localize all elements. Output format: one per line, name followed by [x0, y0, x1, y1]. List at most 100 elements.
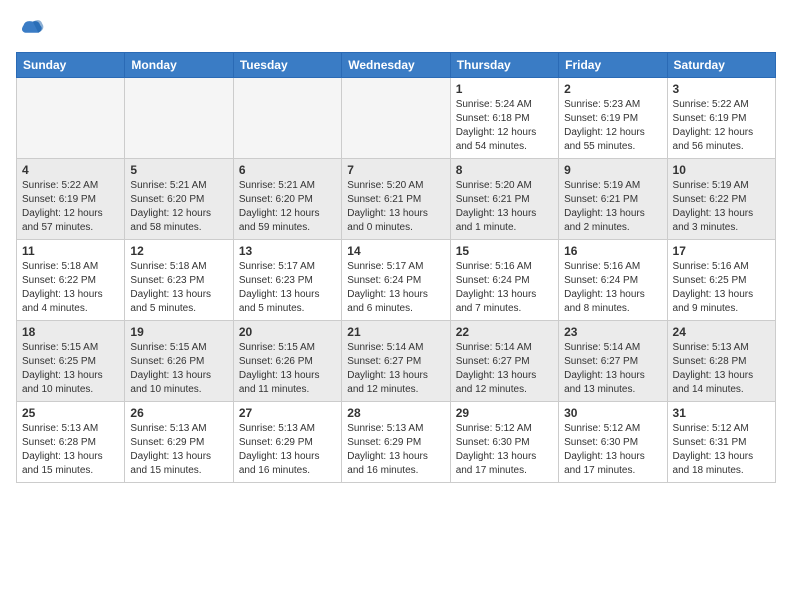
- calendar-cell: 6 Sunrise: 5:21 AMSunset: 6:20 PMDaylight…: [233, 159, 341, 240]
- day-number: 28: [347, 406, 444, 420]
- day-number: 26: [130, 406, 227, 420]
- logo: [16, 16, 48, 44]
- logo-icon: [16, 16, 44, 44]
- day-number: 1: [456, 82, 553, 96]
- day-number: 27: [239, 406, 336, 420]
- day-number: 13: [239, 244, 336, 258]
- calendar-cell: 20Sunrise: 5:15 AMSunset: 6:26 PMDayligh…: [233, 321, 341, 402]
- day-number: 24: [673, 325, 770, 339]
- calendar-cell: 9 Sunrise: 5:19 AMSunset: 6:21 PMDaylight…: [559, 159, 667, 240]
- cell-text: Sunrise: 5:17 AMSunset: 6:24 PMDaylight:…: [347, 260, 444, 316]
- calendar-cell: 8 Sunrise: 5:20 AMSunset: 6:21 PMDaylight…: [450, 159, 558, 240]
- day-number: 4: [22, 163, 119, 177]
- week-row-3: 11 Sunrise: 5:18 AMSunset: 6:22 PMDayligh…: [17, 240, 776, 321]
- calendar-cell: 22Sunrise: 5:14 AMSunset: 6:27 PMDayligh…: [450, 321, 558, 402]
- calendar-cell: 7 Sunrise: 5:20 AMSunset: 6:21 PMDaylight…: [342, 159, 450, 240]
- cell-text: Sunrise: 5:19 AMSunset: 6:22 PMDaylight:…: [673, 179, 770, 235]
- day-header-monday: Monday: [125, 53, 233, 78]
- week-row-1: 1 Sunrise: 5:24 AMSunset: 6:18 PMDaylight…: [17, 78, 776, 159]
- calendar-cell: 24Sunrise: 5:13 AMSunset: 6:28 PMDayligh…: [667, 321, 775, 402]
- calendar-cell: 3Sunrise: 5:22 AMSunset: 6:19 PMDaylight…: [667, 78, 775, 159]
- calendar-cell: 27 Sunrise: 5:13 AMSunset: 6:29 PMDayligh…: [233, 402, 341, 483]
- day-number: 23: [564, 325, 661, 339]
- cell-text: Sunrise: 5:15 AMSunset: 6:26 PMDaylight:…: [239, 341, 336, 397]
- week-row-2: 4Sunrise: 5:22 AMSunset: 6:19 PMDaylight…: [17, 159, 776, 240]
- day-number: 15: [456, 244, 553, 258]
- day-number: 19: [130, 325, 227, 339]
- cell-text: Sunrise: 5:20 AMSunset: 6:21 PMDaylight:…: [347, 179, 444, 235]
- day-header-wednesday: Wednesday: [342, 53, 450, 78]
- header-row: SundayMondayTuesdayWednesdayThursdayFrid…: [17, 53, 776, 78]
- day-header-thursday: Thursday: [450, 53, 558, 78]
- calendar-cell: 16 Sunrise: 5:16 AMSunset: 6:24 PMDayligh…: [559, 240, 667, 321]
- calendar-cell: 19 Sunrise: 5:15 AMSunset: 6:26 PMDayligh…: [125, 321, 233, 402]
- cell-text: Sunrise: 5:12 AMSunset: 6:30 PMDaylight:…: [564, 422, 661, 478]
- cell-text: Sunrise: 5:16 AMSunset: 6:24 PMDaylight:…: [456, 260, 553, 316]
- day-number: 25: [22, 406, 119, 420]
- day-number: 6: [239, 163, 336, 177]
- cell-text: Sunrise: 5:15 AMSunset: 6:25 PMDaylight:…: [22, 341, 119, 397]
- cell-text: Sunrise: 5:21 AMSunset: 6:20 PMDaylight:…: [130, 179, 227, 235]
- day-header-sunday: Sunday: [17, 53, 125, 78]
- day-number: 2: [564, 82, 661, 96]
- cell-text: Sunrise: 5:13 AMSunset: 6:28 PMDaylight:…: [22, 422, 119, 478]
- calendar-cell: 21Sunrise: 5:14 AMSunset: 6:27 PMDayligh…: [342, 321, 450, 402]
- day-header-friday: Friday: [559, 53, 667, 78]
- calendar-cell: 26 Sunrise: 5:13 AMSunset: 6:29 PMDayligh…: [125, 402, 233, 483]
- calendar-cell: [342, 78, 450, 159]
- cell-text: Sunrise: 5:13 AMSunset: 6:29 PMDaylight:…: [130, 422, 227, 478]
- day-number: 8: [456, 163, 553, 177]
- calendar-cell: [17, 78, 125, 159]
- cell-text: Sunrise: 5:12 AMSunset: 6:31 PMDaylight:…: [673, 422, 770, 478]
- cell-text: Sunrise: 5:13 AMSunset: 6:29 PMDaylight:…: [239, 422, 336, 478]
- cell-text: Sunrise: 5:12 AMSunset: 6:30 PMDaylight:…: [456, 422, 553, 478]
- calendar-cell: 29 Sunrise: 5:12 AMSunset: 6:30 PMDayligh…: [450, 402, 558, 483]
- day-number: 7: [347, 163, 444, 177]
- calendar-cell: 30 Sunrise: 5:12 AMSunset: 6:30 PMDayligh…: [559, 402, 667, 483]
- cell-text: Sunrise: 5:18 AMSunset: 6:23 PMDaylight:…: [130, 260, 227, 316]
- calendar-cell: 1 Sunrise: 5:24 AMSunset: 6:18 PMDaylight…: [450, 78, 558, 159]
- calendar-cell: 10 Sunrise: 5:19 AMSunset: 6:22 PMDayligh…: [667, 159, 775, 240]
- day-number: 5: [130, 163, 227, 177]
- day-number: 31: [673, 406, 770, 420]
- calendar-cell: 14Sunrise: 5:17 AMSunset: 6:24 PMDayligh…: [342, 240, 450, 321]
- cell-text: Sunrise: 5:23 AMSunset: 6:19 PMDaylight:…: [564, 98, 661, 154]
- cell-text: Sunrise: 5:15 AMSunset: 6:26 PMDaylight:…: [130, 341, 227, 397]
- page-header: [16, 16, 776, 44]
- calendar-cell: 18 Sunrise: 5:15 AMSunset: 6:25 PMDayligh…: [17, 321, 125, 402]
- cell-text: Sunrise: 5:16 AMSunset: 6:25 PMDaylight:…: [673, 260, 770, 316]
- calendar-cell: 31 Sunrise: 5:12 AMSunset: 6:31 PMDayligh…: [667, 402, 775, 483]
- day-number: 21: [347, 325, 444, 339]
- cell-text: Sunrise: 5:18 AMSunset: 6:22 PMDaylight:…: [22, 260, 119, 316]
- calendar-cell: [125, 78, 233, 159]
- cell-text: Sunrise: 5:16 AMSunset: 6:24 PMDaylight:…: [564, 260, 661, 316]
- day-number: 29: [456, 406, 553, 420]
- calendar-cell: 11 Sunrise: 5:18 AMSunset: 6:22 PMDayligh…: [17, 240, 125, 321]
- day-number: 22: [456, 325, 553, 339]
- calendar-cell: 17 Sunrise: 5:16 AMSunset: 6:25 PMDayligh…: [667, 240, 775, 321]
- calendar-table: SundayMondayTuesdayWednesdayThursdayFrid…: [16, 52, 776, 483]
- cell-text: Sunrise: 5:19 AMSunset: 6:21 PMDaylight:…: [564, 179, 661, 235]
- cell-text: Sunrise: 5:14 AMSunset: 6:27 PMDaylight:…: [564, 341, 661, 397]
- day-number: 18: [22, 325, 119, 339]
- calendar-cell: 28 Sunrise: 5:13 AMSunset: 6:29 PMDayligh…: [342, 402, 450, 483]
- calendar-cell: [233, 78, 341, 159]
- calendar-cell: 23 Sunrise: 5:14 AMSunset: 6:27 PMDayligh…: [559, 321, 667, 402]
- calendar-cell: 13 Sunrise: 5:17 AMSunset: 6:23 PMDayligh…: [233, 240, 341, 321]
- cell-text: Sunrise: 5:20 AMSunset: 6:21 PMDaylight:…: [456, 179, 553, 235]
- day-number: 11: [22, 244, 119, 258]
- day-number: 30: [564, 406, 661, 420]
- day-number: 16: [564, 244, 661, 258]
- day-number: 9: [564, 163, 661, 177]
- cell-text: Sunrise: 5:17 AMSunset: 6:23 PMDaylight:…: [239, 260, 336, 316]
- cell-text: Sunrise: 5:24 AMSunset: 6:18 PMDaylight:…: [456, 98, 553, 154]
- day-number: 10: [673, 163, 770, 177]
- calendar-cell: 2 Sunrise: 5:23 AMSunset: 6:19 PMDaylight…: [559, 78, 667, 159]
- calendar-cell: 4Sunrise: 5:22 AMSunset: 6:19 PMDaylight…: [17, 159, 125, 240]
- calendar-cell: 5 Sunrise: 5:21 AMSunset: 6:20 PMDaylight…: [125, 159, 233, 240]
- cell-text: Sunrise: 5:22 AMSunset: 6:19 PMDaylight:…: [673, 98, 770, 154]
- cell-text: Sunrise: 5:13 AMSunset: 6:29 PMDaylight:…: [347, 422, 444, 478]
- day-number: 17: [673, 244, 770, 258]
- day-header-tuesday: Tuesday: [233, 53, 341, 78]
- cell-text: Sunrise: 5:21 AMSunset: 6:20 PMDaylight:…: [239, 179, 336, 235]
